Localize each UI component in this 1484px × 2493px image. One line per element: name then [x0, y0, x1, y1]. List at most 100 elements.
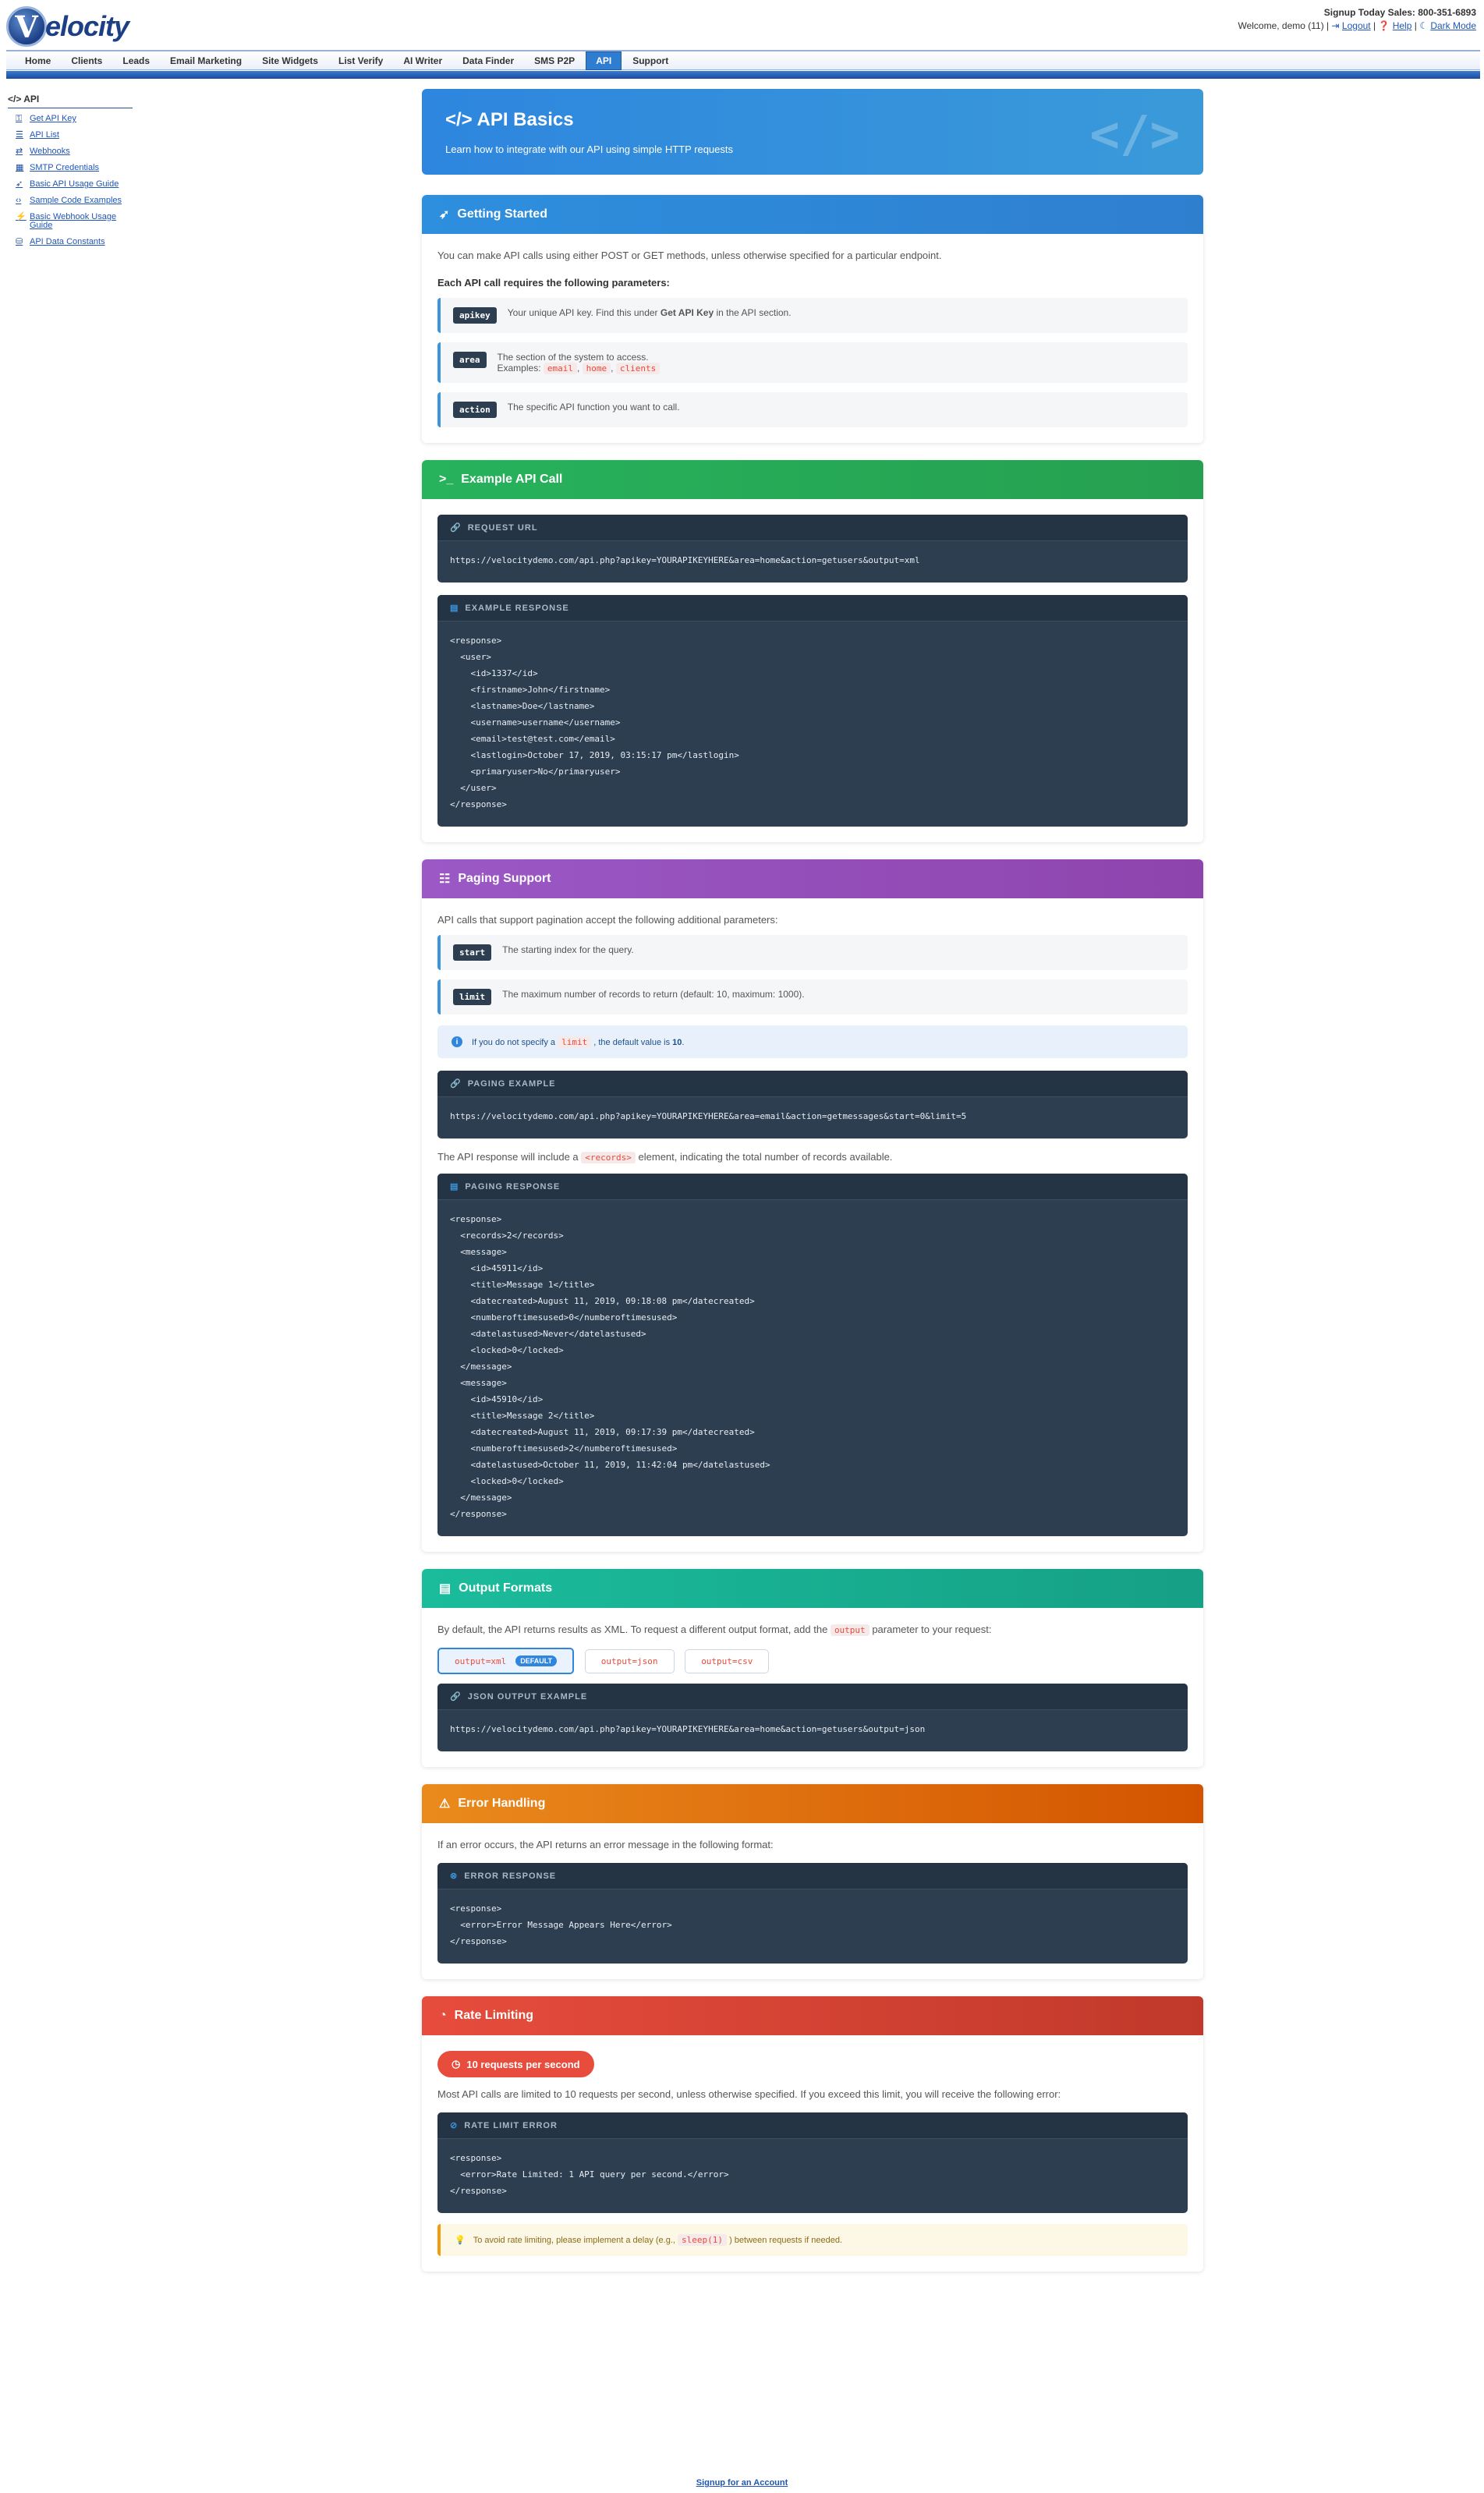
- default-badge: DEFAULT: [515, 1656, 558, 1666]
- nav-email-marketing[interactable]: Email Marketing: [161, 52, 251, 69]
- sidebar-item-smtp-credentials[interactable]: ▦ SMTP Credentials: [16, 164, 133, 172]
- paging-response-block: ▤ PAGING RESPONSE <response> <records>2</…: [437, 1174, 1188, 1536]
- params-heading: Each API call requires the following par…: [437, 277, 670, 289]
- code-icon: </>: [445, 109, 473, 130]
- nav-list-verify[interactable]: List Verify: [329, 52, 392, 69]
- nav-site-widgets[interactable]: Site Widgets: [253, 52, 328, 69]
- request-url-block: 🔗 REQUEST URL https://velocitydemo.com/ap…: [437, 515, 1188, 583]
- main-content: </> API Basics Learn how to integrate wi…: [422, 89, 1203, 2289]
- format-csv[interactable]: output=csv: [685, 1648, 770, 1673]
- paging-response-code[interactable]: <response> <records>2</records> <message…: [437, 1200, 1188, 1536]
- nav-clients[interactable]: Clients: [62, 52, 112, 69]
- velocity-logo[interactable]: V elocity: [6, 6, 129, 47]
- sidebar-item-webhooks[interactable]: ⇄ Webhooks: [16, 147, 133, 156]
- sales-phone: Signup Today Sales: 800-351-6893: [1323, 7, 1476, 18]
- card-header: ➶ Getting Started: [422, 195, 1203, 234]
- request-url[interactable]: https://velocitydemo.com/api.php?apikey=…: [437, 541, 1188, 583]
- top-bar: V elocity Signup Today Sales: 800-351-68…: [0, 0, 1484, 50]
- card-header: ▤ Output Formats: [422, 1569, 1203, 1608]
- card-header: ☷ Paging Support: [422, 859, 1203, 898]
- moon-icon: ☾: [1419, 20, 1428, 31]
- card-header: >_ Example API Call: [422, 460, 1203, 499]
- link-icon: 🔗: [450, 1692, 462, 1702]
- json-example-url[interactable]: https://velocitydemo.com/api.php?apikey=…: [437, 1710, 1188, 1751]
- code-icon: </>: [8, 94, 22, 104]
- ban-icon: ⊘: [450, 2121, 459, 2130]
- help-link[interactable]: Help: [1393, 20, 1412, 31]
- rate-tip: 💡 To avoid rate limiting, please impleme…: [437, 2224, 1188, 2256]
- error-handling-card: ⚠ Error Handling If an error occurs, the …: [422, 1784, 1203, 1979]
- signup-link[interactable]: Signup for an Account: [696, 2478, 788, 2488]
- intro-text: By default, the API returns results as X…: [437, 1624, 992, 1636]
- sidebar-item-basic-api-usage[interactable]: ➶ Basic API Usage Guide: [16, 180, 133, 189]
- sidebar-item-api-list[interactable]: ☰ API List: [16, 131, 133, 140]
- footer: Signup for an Account: [0, 2478, 1484, 2488]
- warning-icon: ⚠: [439, 1797, 451, 1811]
- file-code-icon: ▤: [450, 1182, 459, 1192]
- rate-error-block: ⊘ RATE LIMIT ERROR <response> <error>Rate…: [437, 2112, 1188, 2213]
- sidebar-item-sample-code[interactable]: ‹› Sample Code Examples: [16, 197, 133, 205]
- rocket-icon: ➶: [439, 208, 450, 221]
- welcome-text: Welcome, demo (11) |: [1238, 20, 1330, 31]
- param-start: start The starting index for the query.: [437, 935, 1188, 970]
- example-call-card: >_ Example API Call 🔗 REQUEST URL https://…: [422, 460, 1203, 842]
- format-json[interactable]: output=json: [584, 1648, 675, 1673]
- logout-icon: ⇥: [1331, 20, 1340, 31]
- rate-limiting-card: ◔ Rate Limiting ◷ 10 requests per second M…: [422, 1996, 1203, 2272]
- logo-mark: V: [6, 6, 47, 47]
- sidebar-item-get-api-key[interactable]: ⚿ Get API Key: [16, 115, 133, 123]
- link-icon: 🔗: [450, 1079, 462, 1089]
- error-response-block: ⊗ ERROR RESPONSE <response> <error>Error …: [437, 1863, 1188, 1964]
- page-subtitle: Learn how to integrate with our API usin…: [445, 143, 734, 155]
- rocket-icon: ➶: [16, 179, 23, 189]
- output-formats-card: ▤ Output Formats By default, the API retu…: [422, 1569, 1203, 1767]
- info-box: i If you do not specify a limit , the de…: [437, 1025, 1188, 1058]
- card-header: ⚠ Error Handling: [422, 1784, 1203, 1823]
- sidebar-item-webhook-usage[interactable]: ⚡ Basic Webhook Usage Guide: [16, 213, 133, 230]
- param-limit: limit The maximum number of records to re…: [437, 979, 1188, 1015]
- param-apikey: apikey Your unique API key. Find this un…: [437, 298, 1188, 333]
- nav-leads[interactable]: Leads: [113, 52, 159, 69]
- rate-badge: ◷ 10 requests per second: [437, 2051, 594, 2077]
- gauge-icon: ◔: [439, 2009, 447, 2022]
- help-icon: ❓: [1378, 20, 1390, 31]
- code-icon: ‹›: [16, 196, 22, 205]
- plug-icon: ⚡: [16, 212, 27, 221]
- dark-mode-link[interactable]: Dark Mode: [1430, 20, 1476, 31]
- code-watermark-icon: </>: [1089, 106, 1180, 164]
- format-xml[interactable]: output=xml DEFAULT: [437, 1648, 575, 1674]
- param-area: area The section of the system to access…: [437, 342, 1188, 383]
- nav-api[interactable]: API: [586, 51, 622, 70]
- page-title: </> API Basics: [445, 109, 574, 130]
- nav-accent-bar: [6, 71, 1480, 79]
- example-response-block: ▤ EXAMPLE RESPONSE <response> <user> <id>…: [437, 595, 1188, 827]
- error-circle-icon: ⊗: [450, 1872, 459, 1881]
- paging-card: ☷ Paging Support API calls that support p…: [422, 859, 1203, 1552]
- error-response-code[interactable]: <response> <error>Error Message Appears …: [437, 1889, 1188, 1964]
- paging-example-url[interactable]: https://velocitydemo.com/api.php?apikey=…: [437, 1097, 1188, 1138]
- records-note: The API response will include a <records…: [437, 1151, 893, 1163]
- paging-example-block: 🔗 PAGING EXAMPLE https://velocitydemo.com…: [437, 1071, 1188, 1138]
- key-icon: ⚿: [16, 114, 23, 123]
- account-links: Signup Today Sales: 800-351-6893 Welcome…: [1238, 7, 1476, 31]
- sidebar: </> API ⚿ Get API Key ☰ API List ⇄ Webhooks…: [8, 94, 133, 254]
- lightbulb-icon: 💡: [455, 2236, 466, 2245]
- file-icon: ▤: [439, 1582, 452, 1595]
- logout-link[interactable]: Logout: [1342, 20, 1371, 31]
- param-tag: apikey: [453, 307, 497, 324]
- param-action: action The specific API function you wan…: [437, 392, 1188, 427]
- nav-support[interactable]: Support: [623, 52, 678, 69]
- rate-error-code[interactable]: <response> <error>Rate Limited: 1 API qu…: [437, 2139, 1188, 2213]
- example-response-code[interactable]: <response> <user> <id>1337</id> <firstna…: [437, 621, 1188, 827]
- terminal-icon: >_: [439, 473, 454, 486]
- sidebar-item-data-constants[interactable]: ⛁ API Data Constants: [16, 238, 133, 246]
- nav-sms-p2p[interactable]: SMS P2P: [525, 52, 584, 69]
- intro-text: You can make API calls using either POST…: [437, 250, 942, 261]
- format-options: output=xml DEFAULT output=json output=csv: [437, 1648, 1188, 1674]
- nav-ai-writer[interactable]: AI Writer: [394, 52, 452, 69]
- nav-home[interactable]: Home: [16, 52, 60, 69]
- json-example-block: 🔗 JSON OUTPUT EXAMPLE https://velocitydem…: [437, 1684, 1188, 1751]
- link-icon: 🔗: [450, 523, 462, 533]
- list-ol-icon: ☷: [439, 873, 451, 886]
- nav-data-finder[interactable]: Data Finder: [453, 52, 523, 69]
